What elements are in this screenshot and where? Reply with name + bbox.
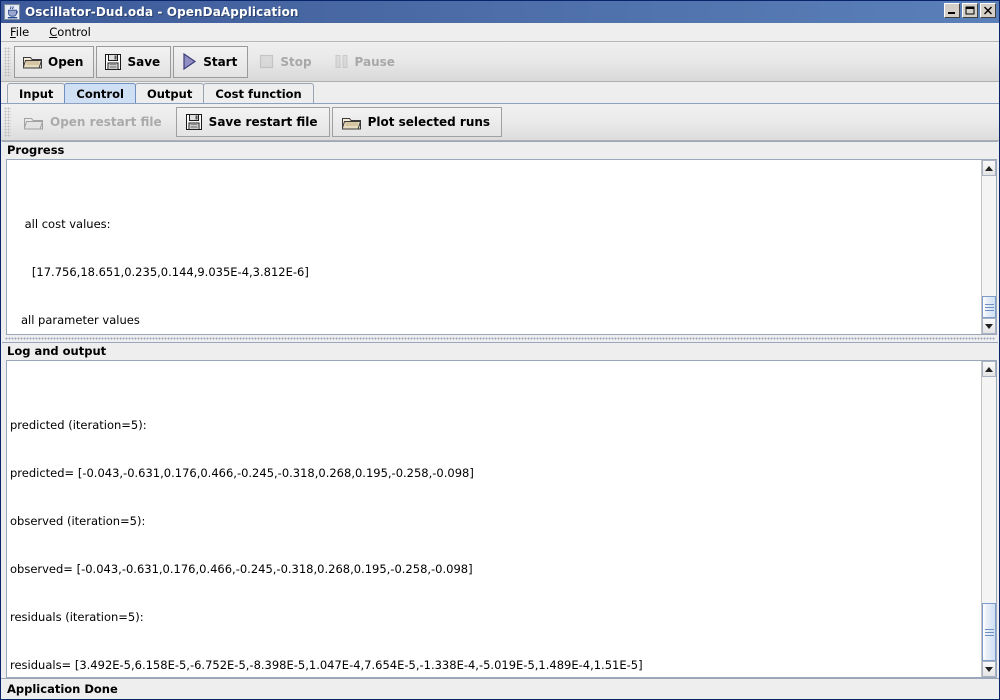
application-window: Oscillator-Dud.oda - OpenDaApplication F…: [0, 0, 1000, 700]
status-text: Application Done: [7, 682, 118, 696]
log-line: residuals (iteration=5):: [10, 610, 144, 624]
status-bar: Application Done: [1, 678, 999, 699]
progress-panel-body: all cost values: [17.756,18.651,0.235,0.…: [6, 159, 997, 335]
pause-bars-icon: [334, 54, 349, 69]
play-triangle-icon: [182, 53, 197, 70]
plot-selected-runs-label: Plot selected runs: [367, 115, 491, 129]
menu-control[interactable]: Control: [47, 24, 93, 40]
stop-square-icon: [259, 54, 274, 69]
tab-cost-function[interactable]: Cost function: [203, 83, 314, 103]
main-toolbar: Open Save Start Stop Pause: [1, 42, 999, 82]
log-line: residuals= [3.492E-5,6.158E-5,-6.752E-5,…: [10, 658, 643, 672]
scroll-up-arrow-icon[interactable]: [982, 361, 996, 377]
tab-cost-function-label: Cost function: [215, 86, 302, 101]
control-toolbar: Open restart file Save restart file Plot…: [1, 104, 999, 141]
tab-control-label: Control: [76, 86, 124, 101]
tab-control[interactable]: Control: [64, 83, 136, 103]
tab-input-label: Input: [19, 86, 54, 101]
progress-line: all cost values:: [10, 217, 111, 231]
plot-selected-runs-button[interactable]: Plot selected runs: [331, 107, 503, 137]
progress-panel: Progress all cost values: [17.756,18.651…: [2, 141, 998, 335]
scroll-down-arrow-icon[interactable]: [982, 318, 996, 334]
tab-input[interactable]: Input: [7, 83, 66, 103]
menu-control-rest: ontrol: [57, 25, 91, 39]
folder-open-icon: [341, 115, 361, 130]
scroll-down-arrow-icon[interactable]: [982, 661, 996, 677]
log-scroll-thumb[interactable]: [982, 603, 996, 661]
stop-button[interactable]: Stop: [250, 46, 322, 78]
open-button-label: Open: [48, 54, 84, 69]
log-text-area[interactable]: predicted (iteration=5): predicted= [-0.…: [7, 361, 981, 677]
floppy-disk-icon: [105, 53, 122, 70]
log-line: observed (iteration=5):: [10, 514, 146, 528]
window-title: Oscillator-Dud.oda - OpenDaApplication: [25, 5, 299, 19]
folder-open-icon: [23, 54, 42, 69]
save-button[interactable]: Save: [96, 45, 172, 78]
open-restart-file-button[interactable]: Open restart file: [14, 107, 174, 137]
save-button-label: Save: [127, 54, 161, 69]
log-line: predicted (iteration=5):: [10, 418, 147, 432]
progress-line: [17.756,18.651,0.235,0.144,9.035E-4,3.81…: [10, 265, 309, 279]
window-controls: [944, 3, 996, 18]
pause-button-label: Pause: [354, 54, 395, 69]
progress-scroll-thumb[interactable]: [982, 296, 996, 318]
save-restart-file-label: Save restart file: [208, 115, 318, 129]
log-panel-body: predicted (iteration=5): predicted= [-0.…: [6, 360, 997, 678]
close-button[interactable]: [980, 3, 996, 18]
start-button-label: Start: [203, 54, 238, 69]
open-restart-file-label: Open restart file: [50, 115, 162, 129]
tab-output-label: Output: [146, 86, 193, 101]
floppy-disk-icon: [185, 114, 202, 130]
menu-file-rest: ile: [15, 25, 30, 39]
progress-text-area[interactable]: all cost values: [17.756,18.651,0.235,0.…: [7, 160, 981, 334]
start-button[interactable]: Start: [173, 45, 249, 78]
progress-line: all parameter values: [10, 313, 140, 327]
tab-output[interactable]: Output: [134, 83, 205, 103]
progress-vertical-scrollbar[interactable]: [981, 160, 997, 334]
control-toolbar-drag-handle[interactable]: [4, 107, 11, 137]
log-panel: Log and output predicted (iteration=5): …: [2, 342, 998, 678]
log-vertical-scrollbar[interactable]: [981, 361, 997, 677]
progress-text-lines: all cost values: [17.756,18.651,0.235,0.…: [10, 184, 981, 334]
save-restart-file-button[interactable]: Save restart file: [175, 107, 330, 137]
progress-panel-title: Progress: [2, 141, 998, 159]
log-text-lines: predicted (iteration=5): predicted= [-0.…: [10, 385, 981, 677]
log-line: observed= [-0.043,-0.631,0.176,0.466,-0.…: [10, 562, 473, 576]
title-bar: Oscillator-Dud.oda - OpenDaApplication: [1, 1, 999, 23]
log-line: predicted= [-0.043,-0.631,0.176,0.466,-0…: [10, 466, 474, 480]
menu-file[interactable]: File: [8, 24, 31, 40]
menu-bar: File Control: [1, 23, 999, 42]
log-panel-title: Log and output: [2, 342, 998, 360]
pause-button[interactable]: Pause: [325, 46, 406, 78]
toolbar-drag-handle[interactable]: [4, 46, 11, 77]
split-pane-divider[interactable]: [2, 335, 998, 342]
folder-open-icon: [24, 115, 43, 130]
log-scroll-track[interactable]: [982, 377, 996, 661]
maximize-button[interactable]: [962, 3, 978, 18]
stop-button-label: Stop: [280, 54, 312, 69]
open-button[interactable]: Open: [14, 45, 95, 78]
minimize-button[interactable]: [944, 3, 960, 18]
scroll-up-arrow-icon[interactable]: [982, 160, 996, 176]
progress-scroll-track[interactable]: [982, 176, 996, 318]
tab-bar: Input Control Output Cost function: [1, 82, 999, 104]
java-app-icon: [4, 4, 20, 20]
split-pane-container: Progress all cost values: [17.756,18.651…: [1, 141, 999, 678]
